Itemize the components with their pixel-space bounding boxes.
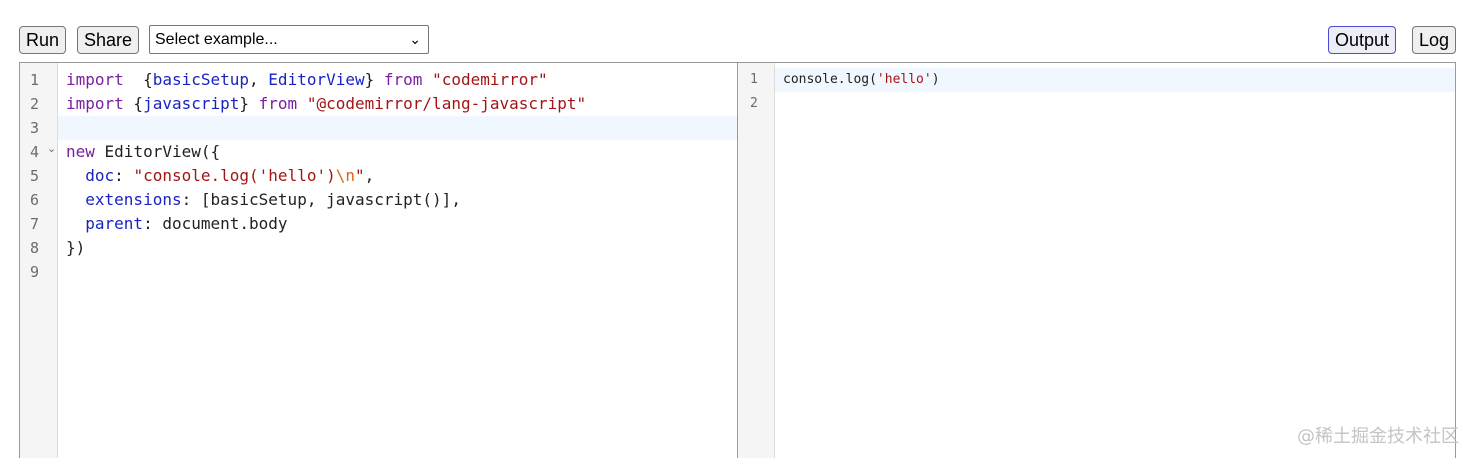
output-code-line[interactable] [775, 92, 1455, 116]
example-select-value: Select example... [155, 31, 278, 48]
watermark: @稀土掘金技术社区 [1297, 426, 1459, 447]
code-token: EditorView [268, 70, 365, 89]
output-line-number: 1 [750, 72, 758, 87]
editor-code-line[interactable]: doc: "console.log('hello')\n", [58, 164, 737, 188]
code-token: ) [931, 72, 940, 87]
code-token: import [66, 94, 124, 113]
editor-line-number: 5 [30, 167, 40, 185]
output-line-number: 2 [750, 96, 758, 111]
code-token: console.log( [783, 72, 877, 87]
output-code-line[interactable]: console.log('hello') [775, 68, 1455, 92]
code-token: doc [85, 166, 115, 185]
editor-line-number: 6 [30, 191, 40, 209]
editor-line-number: 9 [30, 263, 40, 281]
code-token: , [249, 70, 269, 89]
editor-code-line[interactable] [58, 260, 737, 284]
code-token: : [114, 166, 134, 185]
editor-code-line[interactable]: extensions: [basicSetup, javascript()], [58, 188, 737, 212]
code-token: javascript [143, 94, 240, 113]
code-token: from [258, 94, 298, 113]
editor-line-number: 2 [30, 95, 40, 113]
code-token: new [66, 142, 95, 161]
code-editor[interactable]: 1 2 3 4 ⌄ 5 6 7 8 9 import {basicSetup, EditorVie… [19, 62, 738, 458]
editor-code-line[interactable]: import {basicSetup, EditorView} from "co… [58, 68, 737, 92]
editor-code-line[interactable]: }) [58, 236, 737, 260]
code-token: , [364, 166, 375, 185]
editor-line-number: 1 [30, 71, 40, 89]
code-token: }) [66, 238, 86, 257]
code-token: } [239, 94, 259, 113]
code-token: basicSetup [152, 70, 250, 89]
editor-line-number: 8 [30, 239, 40, 257]
code-token: : [basicSetup, javascript()], [181, 190, 461, 209]
code-token: parent [85, 214, 144, 233]
code-token: "@codemirror/lang-javascript" [306, 94, 587, 113]
log-tab-button[interactable]: Log [1412, 26, 1457, 54]
line-number-gutter: 1 2 3 4 ⌄ 5 6 7 8 9 [20, 63, 58, 458]
example-select[interactable]: Select example... ⌄ [149, 25, 429, 54]
fold-chevron-icon[interactable]: ⌄ [47, 142, 56, 155]
code-token: "console.log('hello') [133, 166, 336, 185]
code-token: extensions [85, 190, 182, 209]
code-token: \n [335, 166, 355, 185]
editor-code-line[interactable]: import {javascript} from "@codemirror/la… [58, 92, 737, 116]
editor-line-number: 7 [30, 215, 40, 233]
code-token: EditorView({ [94, 142, 221, 161]
code-token: : document.body [143, 214, 288, 233]
chevron-down-icon: ⌄ [409, 31, 421, 47]
code-token: from [383, 70, 423, 89]
code-token: { [123, 94, 144, 113]
toolbar: Run Share Select example... ⌄ Output Log [0, 0, 1473, 62]
editor-line-number: 3 [30, 119, 40, 137]
share-button[interactable]: Share [77, 26, 140, 54]
editor-line-number: 4 [30, 143, 40, 161]
code-token: "codemirror" [432, 70, 548, 89]
run-button[interactable]: Run [19, 26, 67, 54]
code-token: 'hello' [876, 72, 932, 87]
code-token: " [355, 166, 365, 185]
output-line-number-gutter: 12 [738, 63, 775, 458]
output-panel[interactable]: 12 console.log('hello') [737, 62, 1456, 458]
code-token: import [66, 70, 124, 89]
code-token: { [123, 70, 153, 89]
output-tab-button[interactable]: Output [1328, 26, 1397, 54]
editor-code-line[interactable]: parent: document.body [58, 212, 737, 236]
editor-code-line[interactable] [58, 116, 737, 140]
code-token: } [364, 70, 384, 89]
editor-code-line[interactable]: new EditorView({ [58, 140, 737, 164]
